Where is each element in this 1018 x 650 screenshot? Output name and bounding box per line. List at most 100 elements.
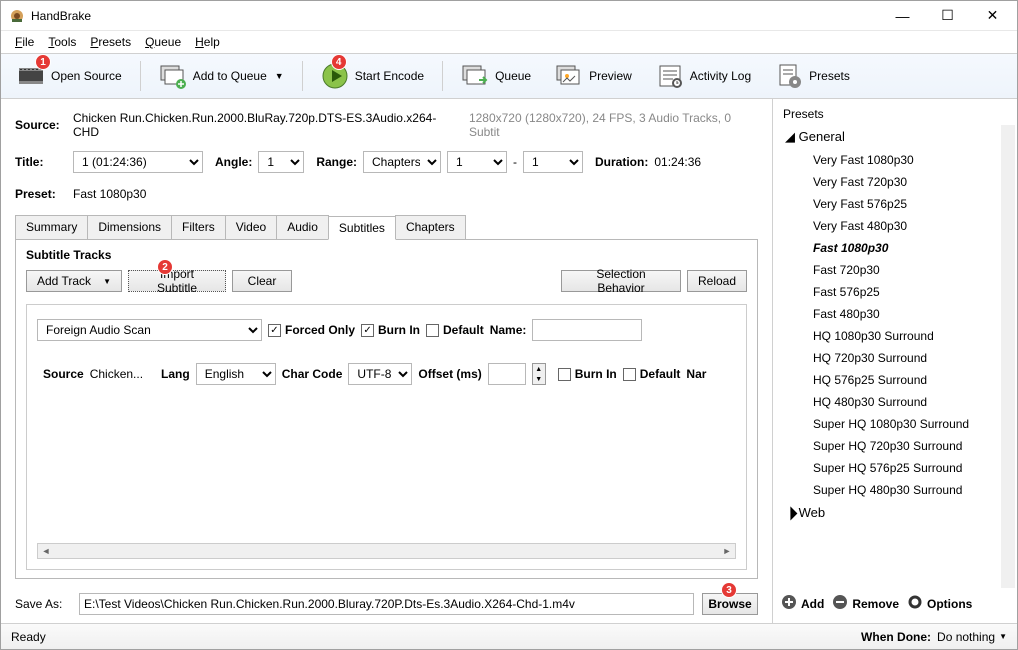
preset-label: Preset: [15,187,67,201]
statusbar: Ready When Done: Do nothing ▼ [1,623,1017,649]
preset-item[interactable]: HQ 720p30 Surround [777,347,999,369]
add-track-label: Add Track [37,274,91,288]
tab-summary[interactable]: Summary [15,215,88,239]
menu-tools[interactable]: Tools [42,33,82,51]
preset-item[interactable]: Super HQ 1080p30 Surround [777,413,999,435]
document-gear-icon [775,62,803,90]
subtitle-list-panel: Foreign Audio Scan ✓Forced Only ✓Burn In… [26,304,747,570]
selection-behavior-button[interactable]: Selection Behavior [561,270,681,292]
preset-item[interactable]: Fast 480p30 [777,303,999,325]
presets-footer: Add Remove Options [777,588,1015,619]
badge-1: 1 [35,54,51,70]
preset-group-general[interactable]: ◢ General [777,125,999,149]
preset-item[interactable]: Super HQ 720p30 Surround [777,435,999,457]
dropdown-arrow-icon[interactable]: ▼ [999,632,1007,641]
preset-item[interactable]: Fast 720p30 [777,259,999,281]
maximize-button[interactable]: ☐ [925,2,970,30]
status-text: Ready [11,630,861,644]
add-to-queue-button[interactable]: Add to Queue ▼ [149,58,294,94]
lang-select[interactable]: English [196,363,276,385]
source-row: Source: Chicken Run.Chicken.Run.2000.Blu… [15,111,758,139]
range-from-select[interactable]: 1 [447,151,507,173]
preset-item[interactable]: Very Fast 1080p30 [777,149,999,171]
preset-item[interactable]: HQ 480p30 Surround [777,391,999,413]
close-button[interactable]: ✕ [970,2,1015,30]
offset-input[interactable] [488,363,526,385]
preset-add-button[interactable]: Add [781,594,824,613]
tab-dimensions[interactable]: Dimensions [87,215,172,239]
preview-button[interactable]: Preview [545,58,642,94]
add-track-button[interactable]: Add Track▼ [26,270,122,292]
start-encode-button[interactable]: 4 Start Encode [311,58,434,94]
row-burn-in-checkbox[interactable]: Burn In [558,367,617,381]
preset-item[interactable]: Super HQ 480p30 Surround [777,479,999,501]
separator [302,61,303,91]
titlebar: HandBrake — ☐ ✕ [1,1,1017,31]
tab-video[interactable]: Video [225,215,277,239]
images-icon [555,62,583,90]
scroll-left-arrow[interactable]: ◄ [38,546,54,556]
open-source-button[interactable]: 1 Open Source [7,58,132,94]
minimize-button[interactable]: — [880,2,925,30]
angle-select[interactable]: 1 [258,151,304,173]
tab-subtitles[interactable]: Subtitles [328,216,396,240]
browse-button[interactable]: 3 Browse [702,593,758,615]
images-plus-icon [159,62,187,90]
preset-remove-button[interactable]: Remove [832,594,899,613]
default-checkbox[interactable]: Default [426,323,484,337]
name-input[interactable] [532,319,642,341]
left-pane: Source: Chicken Run.Chicken.Run.2000.Blu… [1,99,772,623]
save-as-row: Save As: 3 Browse [15,579,758,617]
import-subtitle-label: Import Subtitle [139,267,215,295]
menu-presets[interactable]: Presets [84,33,137,51]
scroll-right-arrow[interactable]: ► [719,546,735,556]
dropdown-arrow-icon: ▼ [275,71,284,81]
range-type-select[interactable]: Chapters [363,151,441,173]
presets-title: Presets [777,103,1015,125]
start-encode-label: Start Encode [355,69,424,83]
preset-item[interactable]: HQ 1080p30 Surround [777,325,999,347]
menu-file[interactable]: File [9,33,40,51]
track-source-select[interactable]: Foreign Audio Scan [37,319,262,341]
separator [140,61,141,91]
log-icon [656,62,684,90]
burn-in-checkbox[interactable]: ✓Burn In [361,323,420,337]
reload-button[interactable]: Reload [687,270,747,292]
menubar: File Tools Presets Queue Help [1,31,1017,53]
range-to-select[interactable]: 1 [523,151,583,173]
preset-item[interactable]: Very Fast 720p30 [777,171,999,193]
import-subtitle-button[interactable]: 2 Import Subtitle [128,270,226,292]
save-as-label: Save As: [15,597,71,611]
presets-button[interactable]: Presets [765,58,860,94]
forced-only-label: Forced Only [285,323,355,337]
horizontal-scrollbar[interactable]: ◄ ► [37,543,736,559]
menu-queue[interactable]: Queue [139,33,187,51]
preset-item[interactable]: HQ 576p25 Surround [777,369,999,391]
title-select[interactable]: 1 (01:24:36) [73,151,203,173]
preset-item-selected[interactable]: Fast 1080p30 [777,237,999,259]
preset-group-web[interactable]: ◢ Web [777,501,999,525]
forced-only-checkbox[interactable]: ✓Forced Only [268,323,355,337]
row-default-checkbox[interactable]: Default [623,367,681,381]
tab-filters[interactable]: Filters [171,215,226,239]
main-content: Source: Chicken Run.Chicken.Run.2000.Blu… [1,99,1017,623]
preset-item[interactable]: Super HQ 576p25 Surround [777,457,999,479]
presets-list[interactable]: ◢ General Very Fast 1080p30 Very Fast 72… [777,125,1015,588]
offset-spinner[interactable]: ▲▼ [532,363,546,385]
save-as-input[interactable] [79,593,694,615]
menu-help[interactable]: Help [189,33,226,51]
preset-item[interactable]: Very Fast 576p25 [777,193,999,215]
tab-audio[interactable]: Audio [276,215,329,239]
activity-log-button[interactable]: Activity Log [646,58,761,94]
preset-item[interactable]: Very Fast 480p30 [777,215,999,237]
badge-2: 2 [157,259,173,275]
clear-button[interactable]: Clear [232,270,292,292]
tab-chapters[interactable]: Chapters [395,215,466,239]
preset-item[interactable]: Fast 576p25 [777,281,999,303]
queue-label: Queue [495,69,531,83]
charcode-select[interactable]: UTF-8 [348,363,412,385]
queue-button[interactable]: Queue [451,58,541,94]
preset-options-button[interactable]: Options [907,594,972,613]
when-done-value[interactable]: Do nothing [937,630,995,644]
open-source-label: Open Source [51,69,122,83]
